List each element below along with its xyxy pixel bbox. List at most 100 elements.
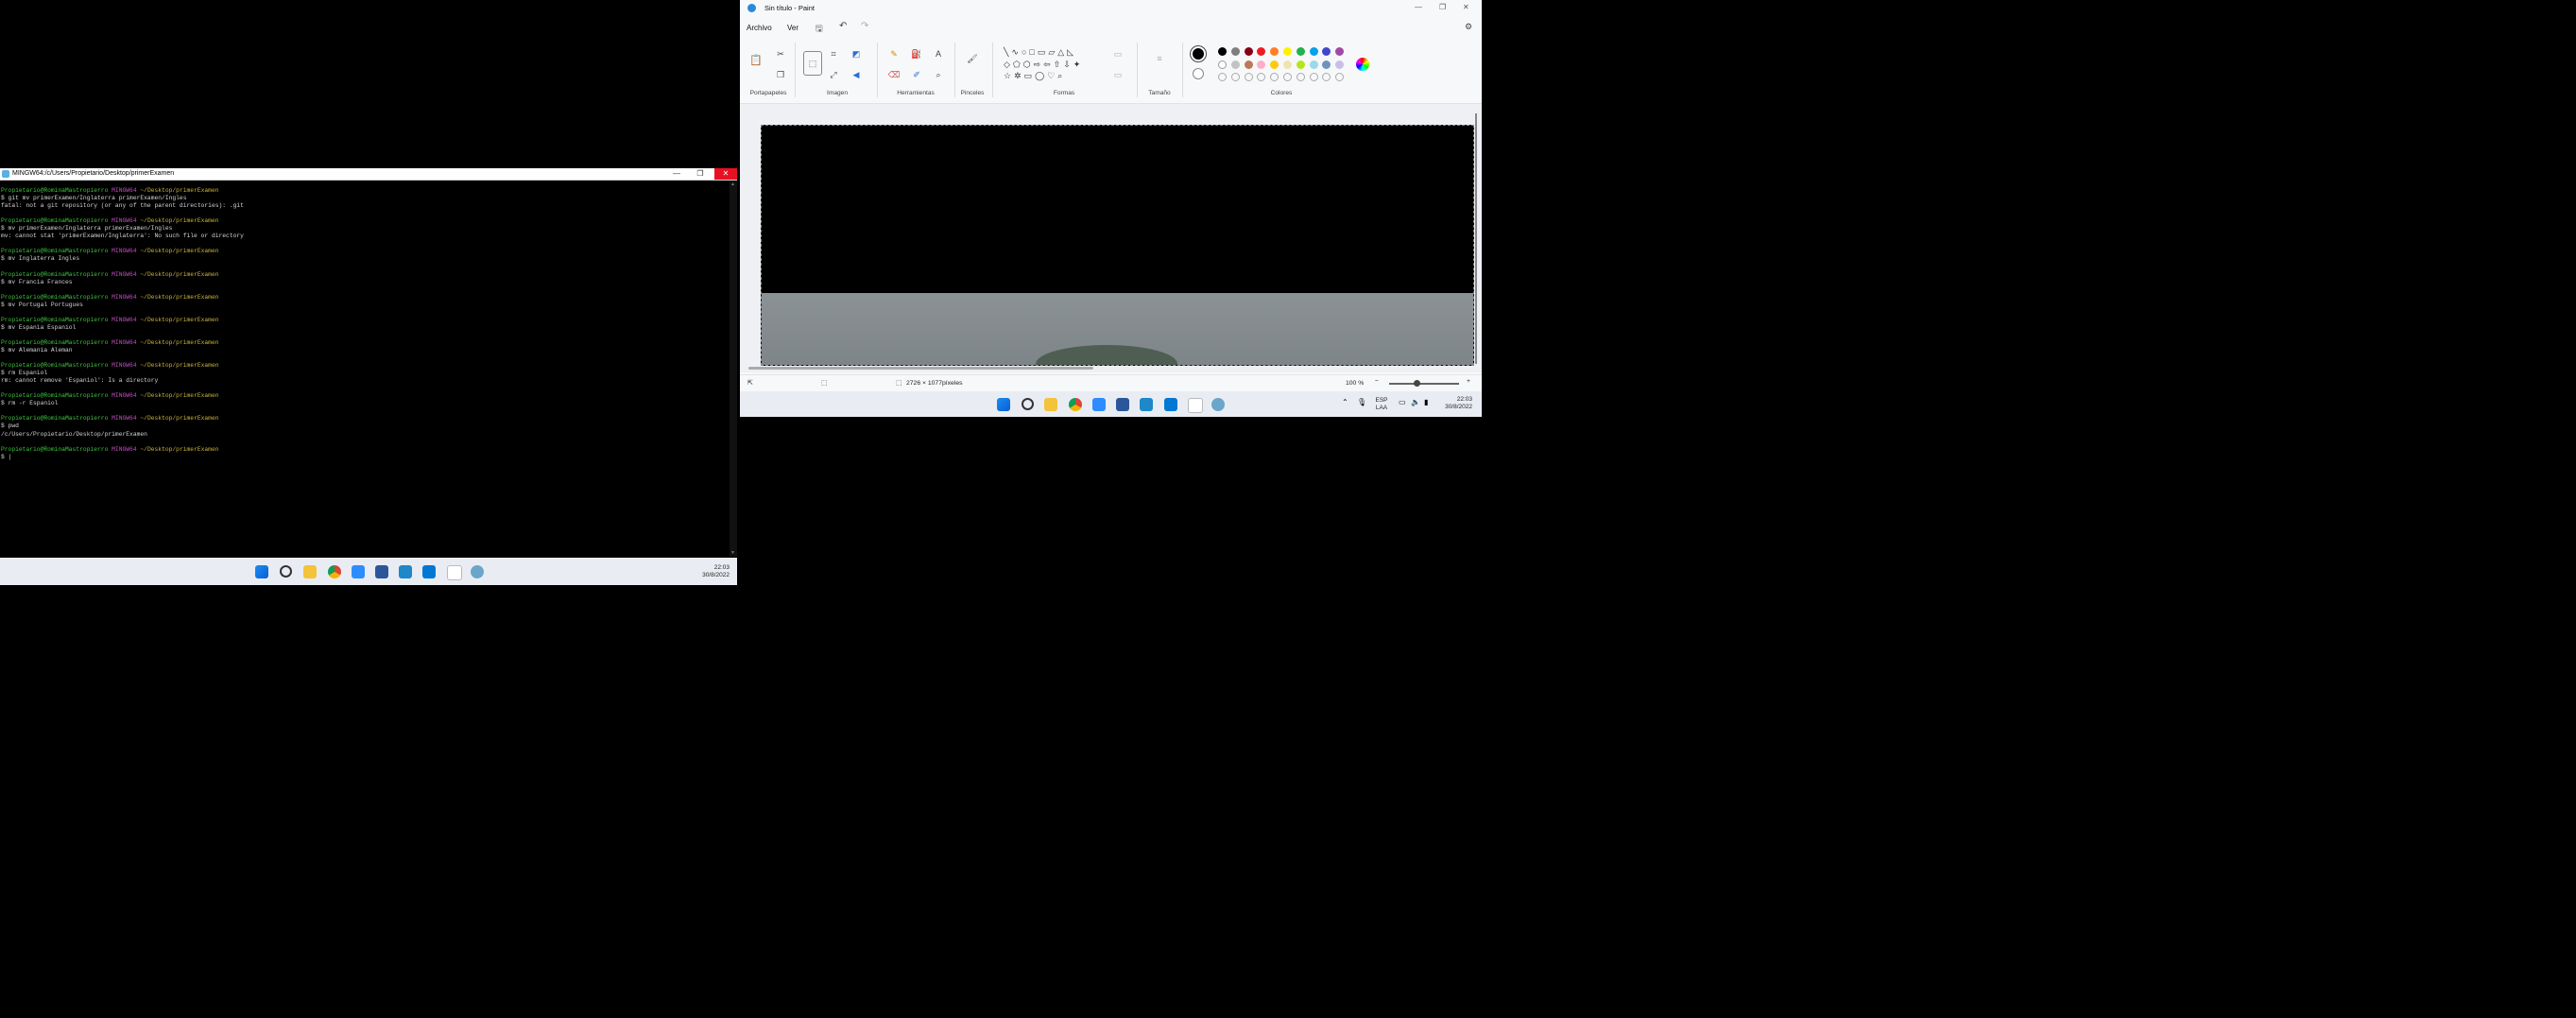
close-button[interactable]: ✕: [714, 168, 737, 180]
color-swatch[interactable]: [1322, 60, 1331, 69]
color-swatch[interactable]: [1244, 60, 1253, 69]
scroll-down-icon[interactable]: ▼: [730, 550, 735, 556]
clock-date[interactable]: 30/8/2022: [680, 572, 730, 579]
color-swatch[interactable]: [1270, 60, 1279, 69]
color-swatch[interactable]: [1218, 47, 1227, 56]
color-swatch[interactable]: [1296, 60, 1305, 69]
color-picker-icon[interactable]: ✐: [910, 68, 923, 81]
fill-icon[interactable]: ⛽: [910, 47, 923, 60]
custom-color-slot[interactable]: [1257, 73, 1266, 81]
select-icon[interactable]: ⬚: [803, 51, 822, 76]
image-tools-icon[interactable]: ◩: [850, 47, 863, 60]
color-swatch[interactable]: [1218, 60, 1227, 69]
horizontal-scrollbar[interactable]: [748, 367, 1093, 370]
custom-color-slot[interactable]: [1283, 73, 1292, 81]
color-swatch[interactable]: [1296, 47, 1305, 56]
custom-color-slot[interactable]: [1230, 73, 1240, 81]
battery-icon[interactable]: ▮: [1424, 398, 1428, 406]
size-icon[interactable]: ≡: [1153, 52, 1166, 65]
vertical-scrollbar[interactable]: [1475, 113, 1477, 364]
chevron-up-icon[interactable]: ⌃: [1342, 398, 1348, 406]
notes-app-icon[interactable]: [447, 565, 462, 580]
color-swatch[interactable]: [1257, 60, 1266, 69]
color-swatch[interactable]: [1322, 47, 1331, 56]
maximize-button[interactable]: ❐: [1439, 3, 1446, 11]
fill-shape-icon[interactable]: ▭: [1111, 68, 1125, 81]
custom-color-slot[interactable]: [1309, 73, 1318, 81]
zoom-slider[interactable]: [1389, 383, 1459, 385]
outline-icon[interactable]: ▭: [1111, 47, 1125, 60]
custom-color-slot[interactable]: [1296, 73, 1305, 81]
notepad-icon[interactable]: [1140, 398, 1153, 411]
paint-taskbar-icon[interactable]: [1188, 398, 1203, 413]
close-button[interactable]: ✕: [1463, 3, 1469, 11]
menu-archivo[interactable]: Archivo: [747, 24, 772, 32]
custom-color-slot[interactable]: [1270, 73, 1279, 81]
search-icon[interactable]: [1022, 398, 1034, 410]
word-icon[interactable]: [375, 565, 388, 578]
custom-color-slot[interactable]: [1335, 73, 1345, 81]
text-icon[interactable]: A: [932, 47, 945, 60]
chrome-icon[interactable]: [328, 565, 341, 578]
custom-color-slot[interactable]: [1218, 73, 1227, 81]
save-icon[interactable]: 🖫: [816, 22, 823, 37]
minimize-button[interactable]: —: [1415, 3, 1422, 11]
terminal-scrollbar[interactable]: ▲ ▼: [730, 181, 737, 557]
shapes-gallery[interactable]: ╲∿○□▭▱△◺ ◇⬠⬡⇨⇦⇧⇩✦ ☆✲▭◯♡⌕: [1004, 46, 1098, 84]
color-swatch[interactable]: [1257, 47, 1266, 56]
clock-time[interactable]: 22:03: [1433, 396, 1472, 404]
color-swatch[interactable]: [1270, 47, 1279, 56]
search-icon[interactable]: [280, 565, 292, 578]
word-icon[interactable]: [1116, 398, 1129, 411]
zoom-icon[interactable]: [1092, 398, 1106, 411]
custom-color-slot[interactable]: [1244, 73, 1253, 81]
vscode-icon[interactable]: [422, 565, 436, 578]
resize-icon[interactable]: ⤢: [827, 68, 840, 81]
color-swatch[interactable]: [1283, 47, 1292, 56]
paste-icon[interactable]: 📋: [749, 54, 763, 67]
zoom-slider-thumb[interactable]: [1414, 380, 1420, 387]
windows-start-icon[interactable]: [997, 398, 1010, 411]
color-swatch[interactable]: [1244, 47, 1253, 56]
color-swatch[interactable]: [1230, 60, 1240, 69]
clock-date[interactable]: 30/8/2022: [1433, 404, 1472, 411]
color-swatch[interactable]: [1335, 60, 1345, 69]
color-swatch[interactable]: [1335, 47, 1345, 56]
clock-time[interactable]: 22:03: [680, 564, 730, 572]
copy-icon[interactable]: ❐: [774, 68, 787, 81]
canvas[interactable]: [761, 125, 1474, 366]
eraser-icon[interactable]: ⌫: [887, 68, 901, 81]
brush-icon[interactable]: 🖌: [966, 52, 979, 65]
magnifier-icon[interactable]: ⌕: [932, 68, 945, 81]
terminal-output[interactable]: Propietario@RominaMastropierro MINGW64 ~…: [0, 181, 730, 557]
vscode-icon[interactable]: [1164, 398, 1177, 411]
maximize-button[interactable]: ❐: [689, 168, 712, 180]
file-explorer-icon[interactable]: [303, 565, 317, 578]
git-bash-icon[interactable]: [471, 565, 484, 578]
notepad-icon[interactable]: [399, 565, 412, 578]
color2-swatch[interactable]: [1193, 68, 1204, 79]
display-icon[interactable]: ▭: [1399, 398, 1406, 406]
git-bash-icon[interactable]: [1211, 398, 1225, 411]
pencil-icon[interactable]: ✎: [887, 47, 901, 60]
file-explorer-icon[interactable]: [1044, 398, 1057, 411]
color-swatch[interactable]: [1283, 60, 1292, 69]
custom-color-slot[interactable]: [1322, 73, 1331, 81]
rotate-icon[interactable]: ◀: [850, 68, 863, 81]
crop-icon[interactable]: ⌗: [827, 47, 840, 60]
cut-icon[interactable]: ✂: [774, 47, 787, 60]
keyboard-layout[interactable]: LAA: [1371, 405, 1392, 412]
color-swatch[interactable]: [1309, 47, 1318, 56]
language-code[interactable]: ESP: [1371, 397, 1392, 405]
scroll-up-icon[interactable]: ▲: [730, 181, 735, 187]
color-swatch[interactable]: [1309, 60, 1318, 69]
minimize-button[interactable]: —: [665, 168, 688, 180]
zoom-out-icon[interactable]: −: [1375, 378, 1379, 385]
zoom-in-icon[interactable]: +: [1467, 378, 1470, 385]
chrome-icon[interactable]: [1069, 398, 1082, 411]
microphone-icon[interactable]: 🎙: [1357, 398, 1366, 406]
settings-icon[interactable]: ⚙: [1465, 22, 1472, 32]
menu-ver[interactable]: Ver: [787, 24, 799, 32]
canvas-area[interactable]: [740, 104, 1482, 372]
terminal-titlebar[interactable]: MINGW64:/c/Users/Propietario/Desktop/pri…: [0, 168, 737, 181]
